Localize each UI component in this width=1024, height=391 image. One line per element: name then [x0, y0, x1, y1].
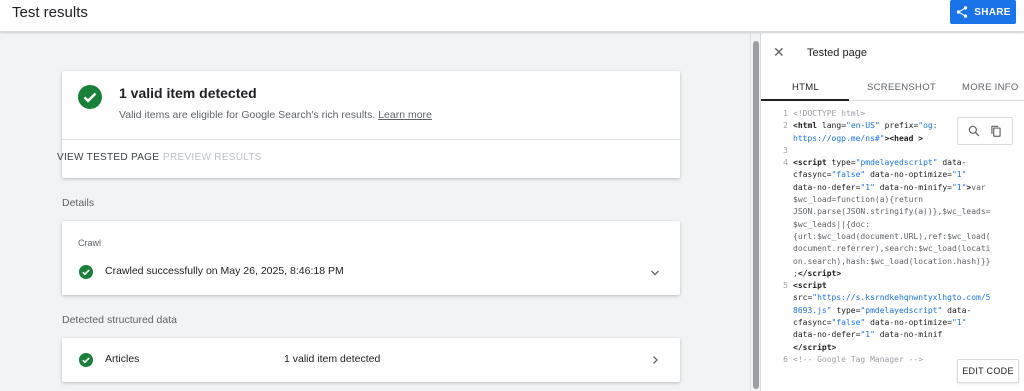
summary-title: 1 valid item detected — [119, 85, 257, 101]
articles-card[interactable]: Articles 1 valid item detected — [62, 338, 680, 382]
main-content: 1 valid item detected Valid items are el… — [0, 33, 750, 391]
tested-page-panel: ✕ Tested page HTML SCREENSHOT MORE INFO … — [760, 33, 1024, 391]
summary-description-text: Valid items are eligible for Google Sear… — [119, 109, 376, 121]
tab-screenshot[interactable]: SCREENSHOT — [867, 82, 936, 93]
view-tested-page-button[interactable]: VIEW TESTED PAGE — [57, 152, 159, 163]
share-icon — [956, 6, 968, 18]
tab-html[interactable]: HTML — [792, 82, 819, 93]
structured-data-heading: Detected structured data — [62, 314, 177, 326]
edit-code-button[interactable]: EDIT CODE — [957, 359, 1019, 383]
check-circle-icon — [78, 85, 102, 109]
chevron-down-icon[interactable] — [649, 267, 661, 279]
articles-status: 1 valid item detected — [284, 353, 381, 365]
top-bar: Test results SHARE — [0, 0, 1024, 32]
learn-more-link[interactable]: Learn more — [378, 109, 432, 121]
check-circle-icon — [79, 353, 93, 367]
search-icon[interactable] — [967, 124, 981, 138]
page-title: Test results — [12, 4, 88, 21]
summary-description: Valid items are eligible for Google Sear… — [119, 109, 432, 121]
main-scrollbar[interactable] — [750, 33, 760, 391]
share-label: SHARE — [974, 6, 1011, 18]
close-icon[interactable]: ✕ — [773, 45, 785, 59]
code-tools — [957, 117, 1013, 145]
details-heading: Details — [62, 197, 95, 209]
crawl-status: Crawled successfully on May 26, 2025, 8:… — [105, 265, 344, 277]
check-circle-icon — [79, 265, 93, 279]
share-button[interactable]: SHARE — [950, 0, 1016, 24]
tab-more-info[interactable]: MORE INFO — [962, 82, 1019, 93]
preview-results-button[interactable]: PREVIEW RESULTS — [163, 152, 262, 163]
crawl-card[interactable]: Crawl Crawled successfully on May 26, 20… — [62, 221, 680, 295]
chevron-right-icon[interactable] — [649, 354, 661, 366]
divider — [62, 139, 680, 140]
html-code-viewer[interactable]: 1 <!DOCTYPE html> 2 <html lang="en-US" pre… — [761, 108, 1024, 391]
panel-title: Tested page — [807, 47, 867, 59]
copy-icon[interactable] — [989, 124, 1003, 138]
scroll-thumb[interactable] — [753, 41, 759, 389]
articles-label: Articles — [105, 353, 140, 365]
crawl-label: Crawl — [78, 238, 102, 248]
panel-tabs: HTML SCREENSHOT MORE INFO — [761, 71, 1024, 101]
tab-indicator — [761, 99, 849, 101]
